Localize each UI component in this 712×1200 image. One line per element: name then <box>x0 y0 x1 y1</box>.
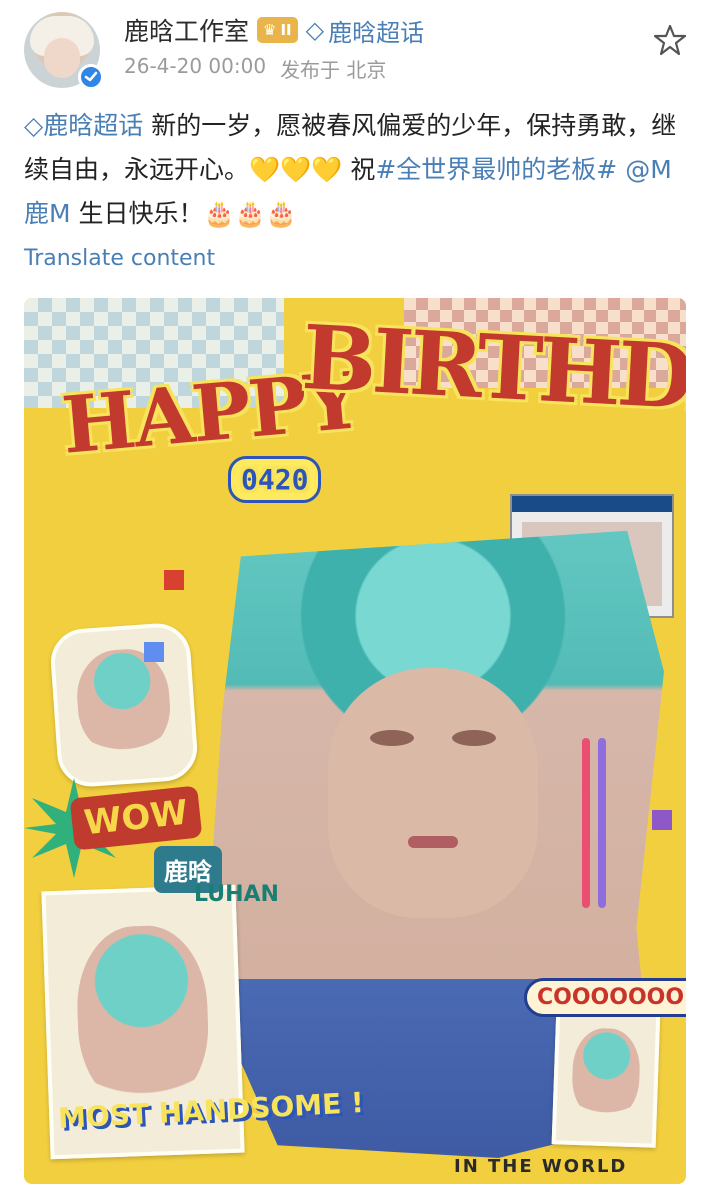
author-row: 鹿晗工作室 ♛ II ◇ 鹿晗超话 <box>124 12 424 48</box>
translate-link[interactable]: Translate content <box>24 246 215 271</box>
left-eye <box>370 730 414 746</box>
decor-square-purple <box>652 810 672 830</box>
retro-window-bar <box>512 496 672 512</box>
post-header: 鹿晗工作室 ♛ II ◇ 鹿晗超话 26-4-20 00:00 发布于 北京 <box>0 0 712 100</box>
main-face <box>328 668 538 918</box>
crown-icon: ♛ <box>263 21 277 39</box>
small-portrait-face <box>74 923 212 1111</box>
pink-hair-strand <box>582 738 590 908</box>
decor-square-red <box>164 570 184 590</box>
star-icon[interactable] <box>652 22 688 58</box>
small-portrait-face <box>74 646 174 758</box>
decor-square-blue <box>144 642 164 662</box>
supertopic-label[interactable]: 鹿晗超话 <box>328 13 424 48</box>
small-portrait-face <box>570 1027 642 1122</box>
supertopic-inline-label[interactable]: 鹿晗超话 <box>43 111 143 140</box>
small-portrait-top <box>48 621 200 789</box>
poster-date: 0420 <box>228 456 322 503</box>
mouth <box>408 836 458 848</box>
post-timestamp: 26-4-20 00:00 <box>124 54 267 78</box>
diamond-icon: ◇ <box>305 16 325 44</box>
right-eye <box>452 730 496 746</box>
poster-wow: WOW <box>69 785 203 851</box>
poster-name-en: LUHAN <box>194 882 279 907</box>
purple-hair-strand <box>598 738 606 908</box>
supertopic-link[interactable]: ◇ 鹿晗超话 <box>306 13 424 48</box>
post-location: 发布于 北京 <box>280 58 387 82</box>
avatar-face <box>44 38 80 78</box>
hashtag-link[interactable]: #全世界最帅的老板# <box>375 155 617 184</box>
level-badge-label: II <box>280 21 292 39</box>
post-text-spacer <box>617 155 625 184</box>
poster-world: IN THE WORLD <box>454 1156 628 1177</box>
level-badge: ♛ II <box>257 17 298 43</box>
supertopic-inline-link[interactable]: ◇鹿晗超话 <box>24 111 151 140</box>
post-content: ◇鹿晗超话 新的一岁，愿被春风偏爱的少年，保持勇敢，继续自由，永远开心。💛💛💛 … <box>24 104 684 236</box>
birthday-poster[interactable]: HAPPY BIRTHDAY 0420 WOW 鹿晗 LUHAN COOOOOO… <box>24 298 686 1184</box>
diamond-icon: ◇ <box>24 111 44 140</box>
check-icon <box>84 71 98 82</box>
small-portrait-right <box>551 1006 661 1148</box>
star-outline <box>653 24 687 56</box>
verify-icon <box>78 64 104 90</box>
author-name[interactable]: 鹿晗工作室 <box>124 12 249 48</box>
poster-cool: COOOOOOOL <box>524 978 686 1017</box>
post-meta: 26-4-20 00:00 发布于 北京 <box>124 54 386 83</box>
post-text-part3: 生日快乐！🎂🎂🎂 <box>70 199 297 228</box>
